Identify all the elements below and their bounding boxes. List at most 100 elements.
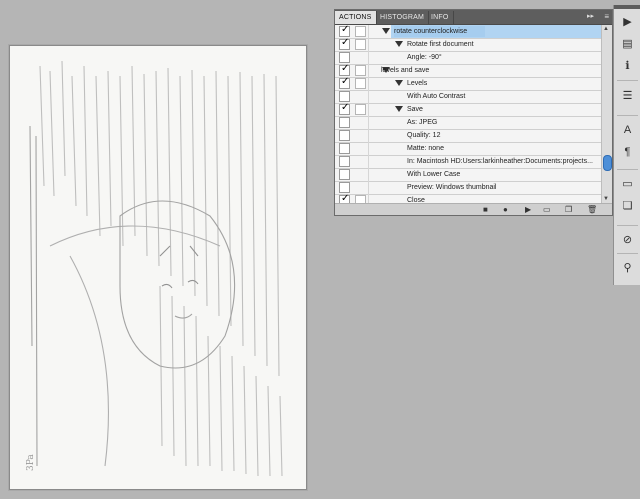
column-divider [368,77,369,90]
dialog-toggle[interactable] [355,104,366,115]
paragraph-icon[interactable]: ¶ [620,145,635,159]
tab-histogram[interactable]: HISTOGRAM [376,11,430,24]
check-icon: ✓ [341,25,350,35]
character-icon[interactable]: A [620,123,635,137]
actions-panel-icon[interactable]: ▶ [620,15,635,29]
column-divider [368,168,369,181]
scroll-down-icon[interactable]: ▼ [603,196,609,202]
record-button[interactable]: ● [503,205,508,214]
column-divider [368,64,369,77]
toggle-checkbox[interactable] [339,91,350,102]
column-divider [368,51,369,64]
dialog-toggle[interactable] [355,78,366,89]
actions-list[interactable]: ✓ rotate counterclockwise ✓ Rotate first do… [335,25,602,203]
action-row[interactable]: With Lower Case [335,168,602,182]
panel-tab-bar: ACTIONS HISTOGRAM INFO ▸▸ ≡ [335,10,612,25]
action-label: Angle: -90° [407,54,442,61]
toggle-checkbox[interactable] [339,169,350,180]
delete-button[interactable]: 🗑 [587,205,597,214]
action-row[interactable]: ✓ rotate counterclockwise [335,25,602,39]
check-icon: ✓ [341,102,350,113]
actions-panel: ACTIONS HISTOGRAM INFO ▸▸ ≡ ✓ rotate coun… [334,9,613,216]
column-divider [368,116,369,129]
dock-separator [617,253,638,254]
action-label: Rotate first document [407,41,474,48]
dialog-toggle[interactable] [355,195,366,203]
toggle-checkbox[interactable]: ✓ [339,63,350,76]
toggle-checkbox[interactable] [339,182,350,193]
action-row[interactable]: With Auto Contrast [335,90,602,104]
expand-triangle-icon[interactable] [395,106,403,112]
action-row[interactable]: In: Macintosh HD:Users:larkinheather:Doc… [335,155,602,169]
check-icon: ✓ [341,63,350,74]
action-label: As: JPEG [407,119,438,126]
layers-icon[interactable]: ☰ [620,89,635,103]
panel-footer: ■ ● ▶ ▭ ❐ 🗑 [335,203,612,215]
check-icon: ✓ [341,193,350,203]
column-divider [368,155,369,168]
expand-triangle-icon[interactable] [395,80,403,86]
clone-source-icon[interactable]: ❏ [620,199,635,213]
scroll-thumb[interactable] [603,155,612,171]
action-label: rotate counterclockwise [394,26,486,37]
expand-triangle-icon[interactable] [382,28,390,34]
stop-button[interactable]: ■ [483,205,488,214]
column-divider [368,194,369,203]
action-label: With Auto Contrast [407,93,466,100]
toggle-checkbox[interactable] [339,156,350,167]
toggle-checkbox[interactable]: ✓ [339,25,350,37]
dialog-toggle[interactable] [355,39,366,50]
toggle-checkbox[interactable] [339,130,350,141]
scroll-up-icon[interactable]: ▲ [603,26,609,32]
action-row[interactable]: Angle: -90° [335,51,602,65]
image-icon[interactable]: ▤ [620,37,635,51]
action-row[interactable]: ✓ Rotate first document [335,37,602,52]
toggle-checkbox[interactable]: ✓ [339,102,350,115]
dialog-toggle[interactable] [355,65,366,76]
tool-presets-icon[interactable]: ⚲ [620,261,635,275]
new-set-button[interactable]: ▭ [543,205,551,214]
expand-triangle-icon[interactable] [395,41,403,47]
action-row[interactable]: Preview: Windows thumbnail [335,181,602,195]
action-row[interactable]: ✓ Levels [335,76,602,91]
action-row[interactable]: ✓ Save [335,102,602,117]
dialog-toggle[interactable] [355,26,366,37]
new-action-button[interactable]: ❐ [565,205,572,214]
actions-scrollbar[interactable]: ▲ ▼ [601,25,612,203]
check-icon: ✓ [341,37,350,48]
column-divider [368,25,369,38]
action-row[interactable]: As: JPEG [335,116,602,130]
column-divider [368,38,369,51]
doc-caption: 3Pa [26,454,36,471]
action-row[interactable]: Quality: 12 [335,129,602,143]
toggle-checkbox[interactable]: ✓ [339,37,350,50]
play-button[interactable]: ▶ [525,205,531,214]
pencil-sketch [29,60,283,477]
action-label: Save [407,106,423,113]
toggle-checkbox[interactable]: ✓ [339,76,350,89]
toggle-checkbox[interactable] [339,117,350,128]
column-divider [368,181,369,194]
notes-icon[interactable]: ▭ [620,177,635,191]
info-icon[interactable]: ℹ [620,59,635,73]
action-row[interactable]: ✓ levels and save [335,63,602,78]
action-label: With Lower Case [407,171,461,178]
action-row[interactable]: Matte: none [335,142,602,156]
collapse-icon[interactable]: ▸▸ [587,12,594,22]
tab-actions[interactable]: ACTIONS [335,11,377,24]
toggle-checkbox[interactable]: ✓ [339,193,350,203]
panel-menu-icon[interactable]: ≡ [604,12,609,22]
column-divider [368,103,369,116]
column-divider [368,129,369,142]
dock-separator [617,225,638,226]
action-row[interactable]: ✓ Close [335,193,602,203]
action-label: Preview: Windows thumbnail [407,184,497,191]
toggle-checkbox[interactable] [339,143,350,154]
tab-info[interactable]: INFO [427,11,454,24]
document-canvas[interactable]: 3Pa [9,45,307,490]
brush-icon[interactable]: ⊘ [620,233,635,247]
panel-dock: ▶ ▤ ℹ ☰ A ¶ ▭ ❏ ⊘ ⚲ [613,5,640,285]
dock-separator [617,115,638,116]
action-label: Levels [407,80,428,87]
toggle-checkbox[interactable] [339,52,350,63]
